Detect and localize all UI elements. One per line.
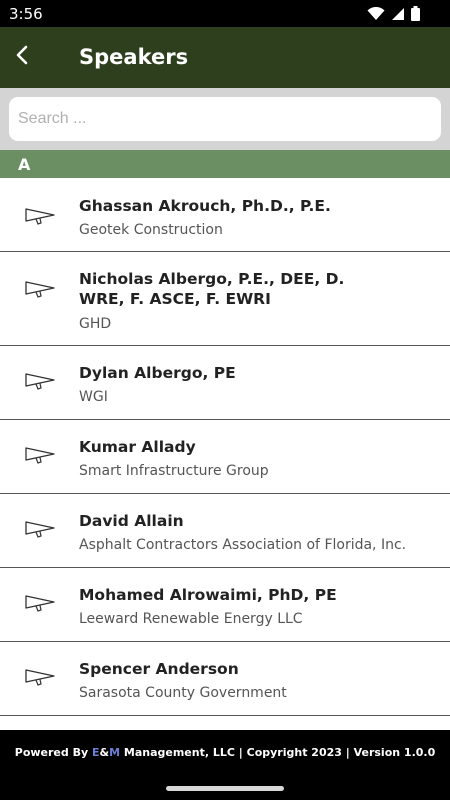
speaker-name: Mohamed Alrowaimi, PhD, PE	[79, 586, 337, 604]
speaker-row[interactable]: Dylan Albergo, PE WGI	[0, 346, 450, 420]
back-button[interactable]	[4, 39, 40, 75]
speaker-organization: Smart Infrastructure Group	[79, 463, 269, 479]
page-title: Speakers	[79, 45, 189, 69]
speaker-name: Kumar Allady	[79, 438, 196, 456]
megaphone-icon	[24, 370, 56, 392]
megaphone-icon	[24, 205, 56, 227]
speaker-organization: Asphalt Contractors Association of Flori…	[79, 537, 407, 553]
status-icons	[367, 6, 420, 26]
footer-brand-amp: &	[99, 746, 110, 759]
signal-icon	[391, 7, 405, 26]
speaker-organization: GHD	[79, 316, 112, 332]
home-indicator[interactable]	[166, 786, 284, 791]
footer-brand-m: M	[109, 746, 121, 759]
speaker-row[interactable]: David Allain Asphalt Contractors Associa…	[0, 494, 450, 568]
speaker-organization: Leeward Renewable Energy LLC	[79, 611, 303, 627]
speaker-organization: WGI	[79, 389, 108, 405]
speaker-row[interactable]: Mohamed Alrowaimi, PhD, PE Leeward Renew…	[0, 568, 450, 642]
footer: Powered By E&M Management, LLC | Copyrig…	[0, 730, 450, 800]
speaker-organization: Sarasota County Government	[79, 685, 287, 701]
section-letter: A	[18, 155, 31, 174]
search-input[interactable]	[9, 97, 441, 141]
status-bar: 3:56	[0, 0, 450, 27]
speaker-name: David Allain	[79, 512, 184, 530]
wifi-icon	[367, 6, 385, 26]
back-arrow-icon	[15, 45, 29, 70]
footer-suffix: Management, LLC | Copyright 2023 | Versi…	[120, 746, 436, 759]
battery-icon	[411, 6, 420, 26]
megaphone-icon	[24, 666, 56, 688]
speaker-list[interactable]: Ghassan Akrouch, Ph.D., P.E. Geotek Cons…	[0, 178, 450, 730]
footer-prefix: Powered By	[14, 746, 92, 759]
speaker-name: Dylan Albergo, PE	[79, 364, 236, 382]
speaker-row[interactable]: Nicholas Albergo, P.E., DEE, D. WRE, F. …	[0, 252, 450, 346]
megaphone-icon	[24, 444, 56, 466]
megaphone-icon	[24, 592, 56, 614]
speaker-row[interactable]: Kumar Allady Smart Infrastructure Group	[0, 420, 450, 494]
speaker-name: Nicholas Albergo, P.E., DEE, D. WRE, F. …	[79, 270, 345, 308]
search-bar	[0, 88, 450, 150]
app-bar: Speakers	[0, 27, 450, 88]
status-time: 3:56	[9, 5, 43, 23]
speaker-organization: Geotek Construction	[79, 222, 223, 238]
section-header: A	[0, 150, 450, 178]
speaker-name: Ghassan Akrouch, Ph.D., P.E.	[79, 197, 331, 215]
speaker-row[interactable]: Spencer Anderson Sarasota County Governm…	[0, 642, 450, 716]
footer-brand-e: E	[91, 746, 100, 759]
speaker-row[interactable]: Ghassan Akrouch, Ph.D., P.E. Geotek Cons…	[0, 178, 450, 252]
megaphone-icon	[24, 278, 56, 300]
speaker-name: Spencer Anderson	[79, 660, 239, 678]
megaphone-icon	[24, 518, 56, 540]
footer-text: Powered By E&M Management, LLC | Copyrig…	[0, 746, 450, 759]
